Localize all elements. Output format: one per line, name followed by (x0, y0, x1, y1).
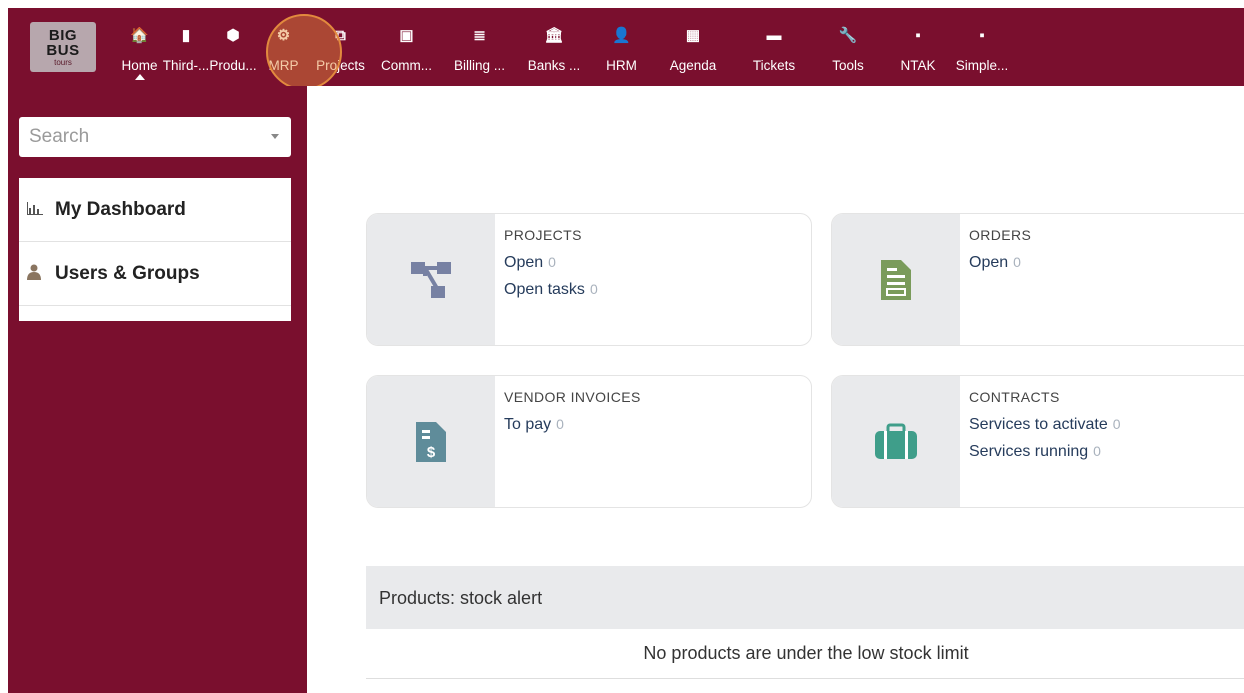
search-input[interactable] (19, 117, 291, 157)
logo-line-1: BIG (48, 26, 78, 44)
menu-item-label: NTAK (900, 58, 936, 73)
row-count: 0 (1112, 416, 1121, 432)
menu-item-label: Third-... (162, 58, 210, 73)
menu-item-label: Banks ... (527, 58, 581, 73)
menu-item-ntak[interactable]: ▪ NTAK (883, 8, 953, 86)
user-icon (27, 264, 55, 283)
menu-item-billing[interactable]: ≣ Billing ... (443, 8, 516, 86)
chart-icon (27, 201, 55, 218)
chevron-down-icon[interactable] (271, 134, 279, 139)
menu-item-comm[interactable]: ▣ Comm... (370, 8, 443, 86)
active-indicator-caret (134, 74, 145, 80)
menu-item-label: MRP (268, 58, 299, 73)
menu-item-banks[interactable]: 🏛 Banks ... (516, 8, 592, 86)
box-title: PROJECTS (504, 227, 582, 243)
box-title: VENDOR INVOICES (504, 389, 641, 405)
menu-item-label: Produ... (209, 58, 257, 73)
menu-item-label: Tools (832, 58, 864, 73)
projects-open-row[interactable]: Open 0 (504, 249, 811, 276)
sidebar-item-label: Users & Groups (55, 262, 200, 284)
menu-item-label: Home (121, 58, 158, 73)
menu-item-label: Comm... (380, 58, 432, 73)
order-doc-icon (832, 214, 960, 345)
menu-item-label: Projects (316, 58, 365, 73)
menu-item-projects[interactable]: ⧉ Projects (311, 8, 370, 86)
user-icon: 👤 (612, 27, 631, 44)
sidebar-item-users-groups[interactable]: Users & Groups (19, 242, 291, 306)
menu-item-agenda[interactable]: ▦ Agenda (651, 8, 735, 86)
sitemap-icon (367, 214, 495, 345)
row-label: Open (969, 254, 1009, 271)
menu-item-label: Tickets (752, 58, 796, 73)
row-label: Open (504, 254, 544, 271)
row-label: Services to activate (969, 416, 1108, 433)
suitcase-icon (832, 376, 960, 507)
sidebar-item-label: My Dashboard (55, 198, 186, 220)
menu-item-label: Simple... (955, 58, 1009, 73)
bank-icon: 🏛 (544, 27, 564, 44)
projects-open-tasks-row[interactable]: Open tasks 0 (504, 276, 811, 303)
box-title: ORDERS (969, 227, 1032, 243)
menu-item-produ[interactable]: ⬢ Produ... (209, 8, 257, 86)
menu-item-third[interactable]: ▮ Third-... (162, 8, 210, 86)
invoice-dollar-icon: $ (367, 376, 495, 507)
services-to-activate-row[interactable]: Services to activate 0 (969, 411, 1244, 438)
briefcase-icon: ▣ (399, 27, 414, 44)
logo-line-2: BUS (46, 41, 80, 59)
orders-open-row[interactable]: Open 0 (969, 249, 1244, 276)
sidebar-item-my-dashboard[interactable]: My Dashboard (19, 178, 291, 242)
menu-item-label: Billing ... (453, 58, 506, 73)
stock-alert-title: Products: stock alert (366, 566, 1244, 629)
sitemap-icon: ⧉ (335, 27, 346, 44)
gears-icon: ⚙ (276, 27, 291, 44)
company-logo[interactable]: BIG BUS tours (30, 22, 96, 72)
menu-item-home[interactable]: 🏠 Home (117, 8, 162, 86)
row-count: 0 (589, 281, 598, 297)
vendor-invoices-box[interactable]: $ VENDOR INVOICES To pay 0 (366, 375, 812, 508)
calendar-icon: ▦ (685, 27, 701, 44)
cube-icon: ⬢ (226, 27, 240, 44)
menu-item-tools[interactable]: 🔧 Tools (813, 8, 883, 86)
logo-line-3: tours (54, 57, 72, 67)
menu-item-simple[interactable]: ▪ Simple... (953, 8, 1011, 86)
stock-alert-panel: Products: stock alert No products are un… (366, 566, 1244, 679)
wrench-icon: 🔧 (838, 27, 858, 44)
row-count: 0 (1013, 254, 1021, 270)
orders-box[interactable]: ORDERS Open 0 (831, 213, 1244, 346)
main-menu: 🏠 Home ▮ Third-... ⬢ Produ... ⚙ MRP ⧉ Projects ▣ Co… (117, 8, 1011, 86)
row-count: 0 (548, 254, 556, 270)
home-icon: 🏠 (130, 27, 149, 44)
app-frame: BIG BUS tours 🏠 Home ▮ Third-... ⬢ Produ... ⚙ M… (8, 8, 1244, 693)
search-box[interactable] (19, 117, 291, 157)
top-navbar: BIG BUS tours 🏠 Home ▮ Third-... ⬢ Produ... ⚙ M… (8, 8, 1244, 90)
row-count: 0 (556, 416, 564, 432)
svg-text:$: $ (427, 444, 436, 461)
contracts-box[interactable]: CONTRACTS Services to activate 0 Services… (831, 375, 1244, 508)
menu-item-label: Agenda (669, 58, 717, 73)
row-label: To pay (504, 416, 552, 433)
stock-alert-message: No products are under the low stock limi… (366, 629, 1244, 679)
menu-item-tickets[interactable]: ▬ Tickets (735, 8, 813, 86)
note-icon: ▪ (915, 27, 921, 44)
row-count: 0 (1093, 443, 1101, 459)
services-running-row[interactable]: Services running 0 (969, 438, 1244, 465)
coins-icon: ≣ (473, 27, 486, 44)
sidebar-menu: My Dashboard Users & Groups (19, 178, 291, 321)
note-icon: ▪ (979, 27, 985, 44)
box-title: CONTRACTS (969, 389, 1060, 405)
invoices-to-pay-row[interactable]: To pay 0 (504, 411, 811, 438)
menu-item-label: HRM (606, 58, 637, 73)
row-label: Services running (969, 443, 1089, 460)
menu-item-mrp[interactable]: ⚙ MRP (256, 8, 311, 86)
left-sidebar: My Dashboard Users & Groups (8, 86, 307, 693)
building-icon: ▮ (181, 27, 191, 44)
ticket-icon: ▬ (766, 27, 782, 44)
menu-item-hrm[interactable]: 👤 HRM (592, 8, 651, 86)
row-label: Open tasks (504, 281, 585, 298)
main-content: PROJECTS Open 0 Open tasks 0 ORDERS Open 0 (307, 86, 1244, 693)
projects-box[interactable]: PROJECTS Open 0 Open tasks 0 (366, 213, 812, 346)
